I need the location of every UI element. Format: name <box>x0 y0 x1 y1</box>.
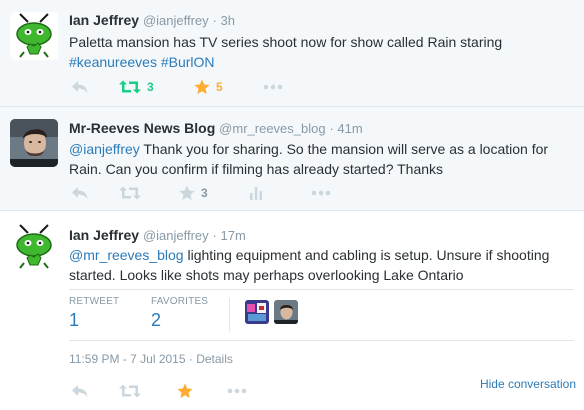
favorite-count: 3 <box>201 186 208 200</box>
star-icon <box>179 185 195 200</box>
more-button[interactable] <box>227 381 247 401</box>
favorite-button[interactable]: 5 <box>194 77 223 97</box>
author-handle[interactable]: @mr_reeves_blog <box>219 121 325 136</box>
tweet-item[interactable]: Mr-Reeves News Blog @mr_reeves_blog · 41… <box>0 107 584 211</box>
more-dots-icon <box>227 388 247 394</box>
tweet-time[interactable]: · 3h <box>213 13 235 28</box>
tweet-text: Paletta mansion has TV series shoot now … <box>69 32 574 72</box>
tweet-header: Ian Jeffrey @ianjeffrey · 3h <box>69 12 235 28</box>
author-name[interactable]: Ian Jeffrey <box>69 227 139 243</box>
tweet-stats: RETWEET 1 FAVORITES 2 <box>69 289 574 341</box>
man-photo-avatar-icon[interactable] <box>10 119 58 167</box>
favoriter-avatar[interactable] <box>274 300 298 324</box>
tweet-body: Paletta mansion has TV series shoot now … <box>69 34 503 50</box>
more-dots-icon <box>263 84 283 90</box>
green-alien-avatar-icon[interactable] <box>10 12 58 60</box>
hashtag-link[interactable]: #keanureeves <box>69 54 157 70</box>
tweet-header: Ian Jeffrey @ianjeffrey · 17m <box>69 227 246 243</box>
tweet-header: Mr-Reeves News Blog @mr_reeves_blog · 41… <box>69 120 363 136</box>
details-link[interactable]: · Details <box>189 352 233 366</box>
bar-chart-icon <box>250 187 262 200</box>
retweet-stat-label: RETWEET <box>69 296 120 307</box>
reply-icon <box>72 81 88 93</box>
mention-link[interactable]: @ianjeffrey <box>69 141 140 157</box>
tweet-timestamp-row: 11:59 PM - 7 Jul 2015 · Details <box>69 352 233 366</box>
favorite-button[interactable]: 3 <box>179 183 208 203</box>
retweet-icon <box>119 186 141 200</box>
star-icon <box>194 79 210 94</box>
author-handle[interactable]: @ianjeffrey <box>143 13 209 28</box>
tweet-body: Thank you for sharing. So the mansion wi… <box>69 141 549 177</box>
tweet-text: @mr_reeves_blog lighting equipment and c… <box>69 245 574 285</box>
star-icon <box>177 383 193 398</box>
retweet-icon <box>119 384 141 398</box>
author-name[interactable]: Ian Jeffrey <box>69 12 139 28</box>
retweet-count: 3 <box>147 80 154 94</box>
reply-button[interactable] <box>71 77 89 97</box>
favorites-stat-value: 2 <box>151 310 162 330</box>
hide-conversation-link[interactable]: Hide conversation <box>480 377 576 391</box>
retweet-stat[interactable]: RETWEET 1 <box>69 296 119 331</box>
tweet-timestamp[interactable]: 11:59 PM - 7 Jul 2015 <box>69 352 186 366</box>
hashtag-link[interactable]: #BurlON <box>161 54 215 70</box>
more-button[interactable] <box>311 183 331 203</box>
retweet-button[interactable] <box>119 183 141 203</box>
retweet-icon <box>119 80 141 94</box>
retweet-stat-value: 1 <box>69 310 80 330</box>
more-dots-icon <box>311 190 331 196</box>
green-alien-avatar-icon[interactable] <box>10 223 58 271</box>
stats-divider <box>229 298 230 332</box>
tweet-time[interactable]: · 17m <box>213 228 246 243</box>
tweet-text: @ianjeffrey Thank you for sharing. So th… <box>69 139 574 179</box>
author-name[interactable]: Mr-Reeves News Blog <box>69 120 215 136</box>
favorites-stat[interactable]: FAVORITES 2 <box>151 296 208 331</box>
favoriter-avatar[interactable] <box>245 300 269 324</box>
retweet-button[interactable] <box>119 381 141 401</box>
favorite-button[interactable] <box>177 381 193 401</box>
favorite-count: 5 <box>216 80 223 94</box>
author-handle[interactable]: @ianjeffrey <box>143 228 209 243</box>
tweet-item-expanded[interactable]: Ian Jeffrey @ianjeffrey · 17m @mr_reeves… <box>0 211 584 410</box>
tweet-item[interactable]: Ian Jeffrey @ianjeffrey · 3h Paletta man… <box>0 0 584 107</box>
reply-button[interactable] <box>71 183 89 203</box>
mention-link[interactable]: @mr_reeves_blog <box>69 247 184 263</box>
more-button[interactable] <box>263 77 283 97</box>
reply-icon <box>72 385 88 397</box>
retweet-button[interactable]: 3 <box>119 77 154 97</box>
tweet-time[interactable]: · 41m <box>329 121 362 136</box>
favorites-stat-label: FAVORITES <box>151 296 209 307</box>
reply-button[interactable] <box>71 381 89 401</box>
analytics-button[interactable] <box>249 183 263 203</box>
reply-icon <box>72 187 88 199</box>
